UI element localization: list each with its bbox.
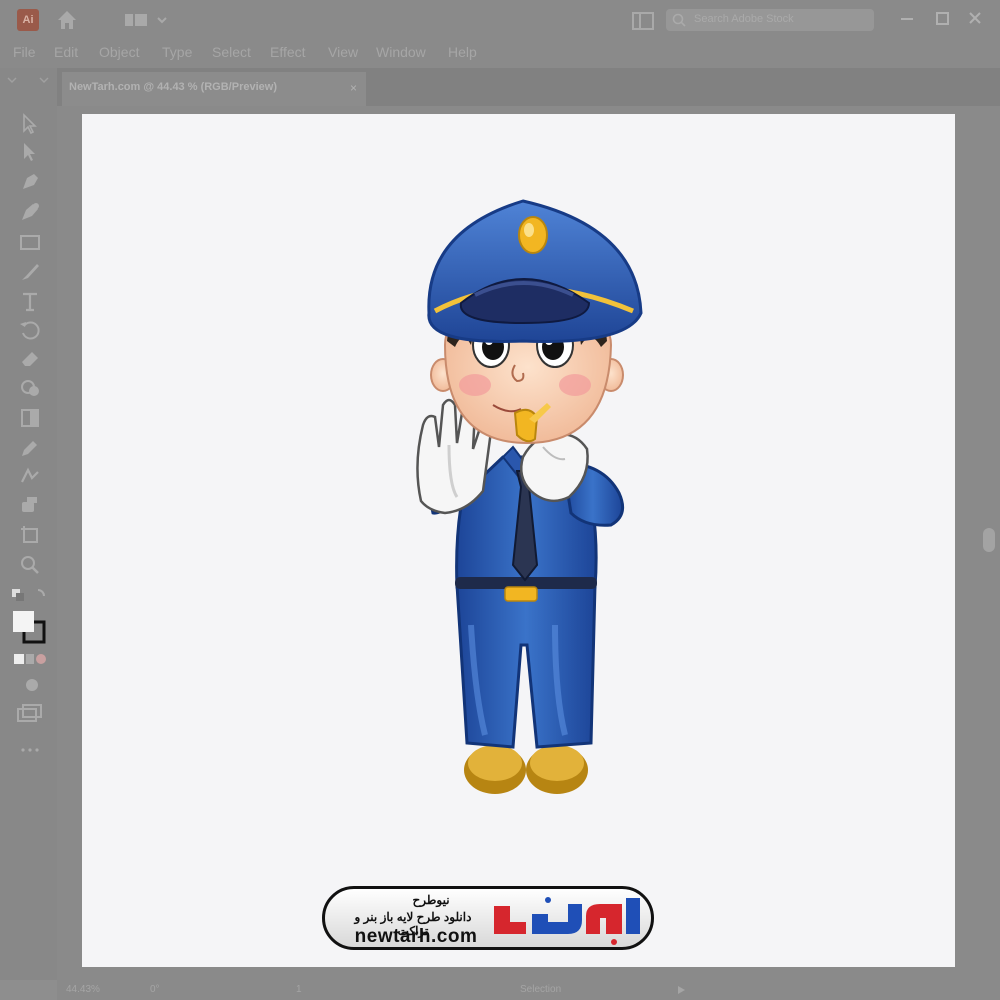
menu-bar [0, 40, 1000, 68]
pen-tool-icon[interactable] [18, 170, 52, 196]
symbol-sprayer-tool-icon[interactable] [18, 493, 52, 519]
paintbrush-tool-icon[interactable] [18, 260, 52, 286]
eraser-tool-icon[interactable] [18, 346, 52, 372]
close-tab-icon[interactable]: × [350, 81, 357, 95]
scrollbar-thumb[interactable] [983, 528, 995, 552]
shape-builder-tool-icon[interactable] [18, 376, 52, 402]
color-mode-icons[interactable] [12, 652, 46, 678]
menu-window[interactable]: Window [376, 44, 426, 60]
play-icon[interactable] [676, 985, 686, 995]
rotation-angle[interactable]: 0° [150, 984, 160, 995]
draw-mode-icon[interactable] [20, 676, 54, 702]
menu-edit[interactable]: Edit [54, 44, 78, 60]
selection-tool-icon[interactable] [18, 112, 52, 138]
artboard-number[interactable]: 1 [296, 984, 302, 995]
maximize-button[interactable] [930, 8, 954, 30]
home-icon[interactable] [55, 8, 79, 32]
workspace-switcher[interactable] [125, 12, 169, 28]
menu-effect[interactable]: Effect [270, 44, 306, 60]
search-field[interactable]: Search Adobe Stock [666, 9, 874, 31]
rotate-tool-icon[interactable] [18, 318, 52, 344]
type-tool-icon[interactable] [18, 290, 52, 316]
arrange-documents-icon[interactable] [632, 12, 654, 30]
menu-object[interactable]: Object [99, 44, 139, 60]
screen-mode-icon[interactable] [16, 703, 50, 729]
search-placeholder: Search Adobe Stock [694, 13, 794, 25]
eyedropper-tool-icon[interactable] [18, 436, 52, 462]
menu-help[interactable]: Help [448, 44, 477, 60]
menu-select[interactable]: Select [212, 44, 251, 60]
illustrator-logo: Ai [17, 9, 39, 31]
zoom-level[interactable]: 44.43% [66, 984, 100, 995]
curvature-tool-icon[interactable] [18, 200, 52, 226]
menu-type[interactable]: Type [162, 44, 192, 60]
tool-mode: Selection [520, 984, 562, 995]
close-window-button[interactable] [963, 8, 987, 30]
menu-view[interactable]: View [328, 44, 358, 60]
document-tab[interactable]: NewTarh.com @ 44.43 % (RGB/Preview) × [62, 72, 366, 106]
direct-selection-tool-icon[interactable] [18, 140, 52, 166]
newtarh-logo [486, 892, 646, 946]
zoom-tool-icon[interactable] [18, 553, 52, 579]
blend-tool-icon[interactable] [18, 464, 52, 490]
menu-file[interactable]: File [13, 44, 36, 60]
watermark-brand-name: نیوطرح [412, 893, 450, 907]
watermark-url: newtarh.com [354, 926, 478, 947]
police-officer-illustration[interactable] [405, 195, 645, 805]
rectangle-tool-icon[interactable] [18, 230, 52, 256]
fill-stroke-swatch[interactable] [12, 610, 46, 644]
search-icon [672, 13, 686, 27]
gradient-tool-icon[interactable] [18, 406, 52, 432]
default-colors-icon[interactable] [10, 586, 45, 612]
document-tab-title: NewTarh.com @ 44.43 % (RGB/Preview) [69, 81, 277, 93]
minimize-button[interactable] [895, 8, 919, 30]
artboard-tool-icon[interactable] [18, 523, 52, 549]
edit-toolbar-icon[interactable] [18, 744, 52, 770]
